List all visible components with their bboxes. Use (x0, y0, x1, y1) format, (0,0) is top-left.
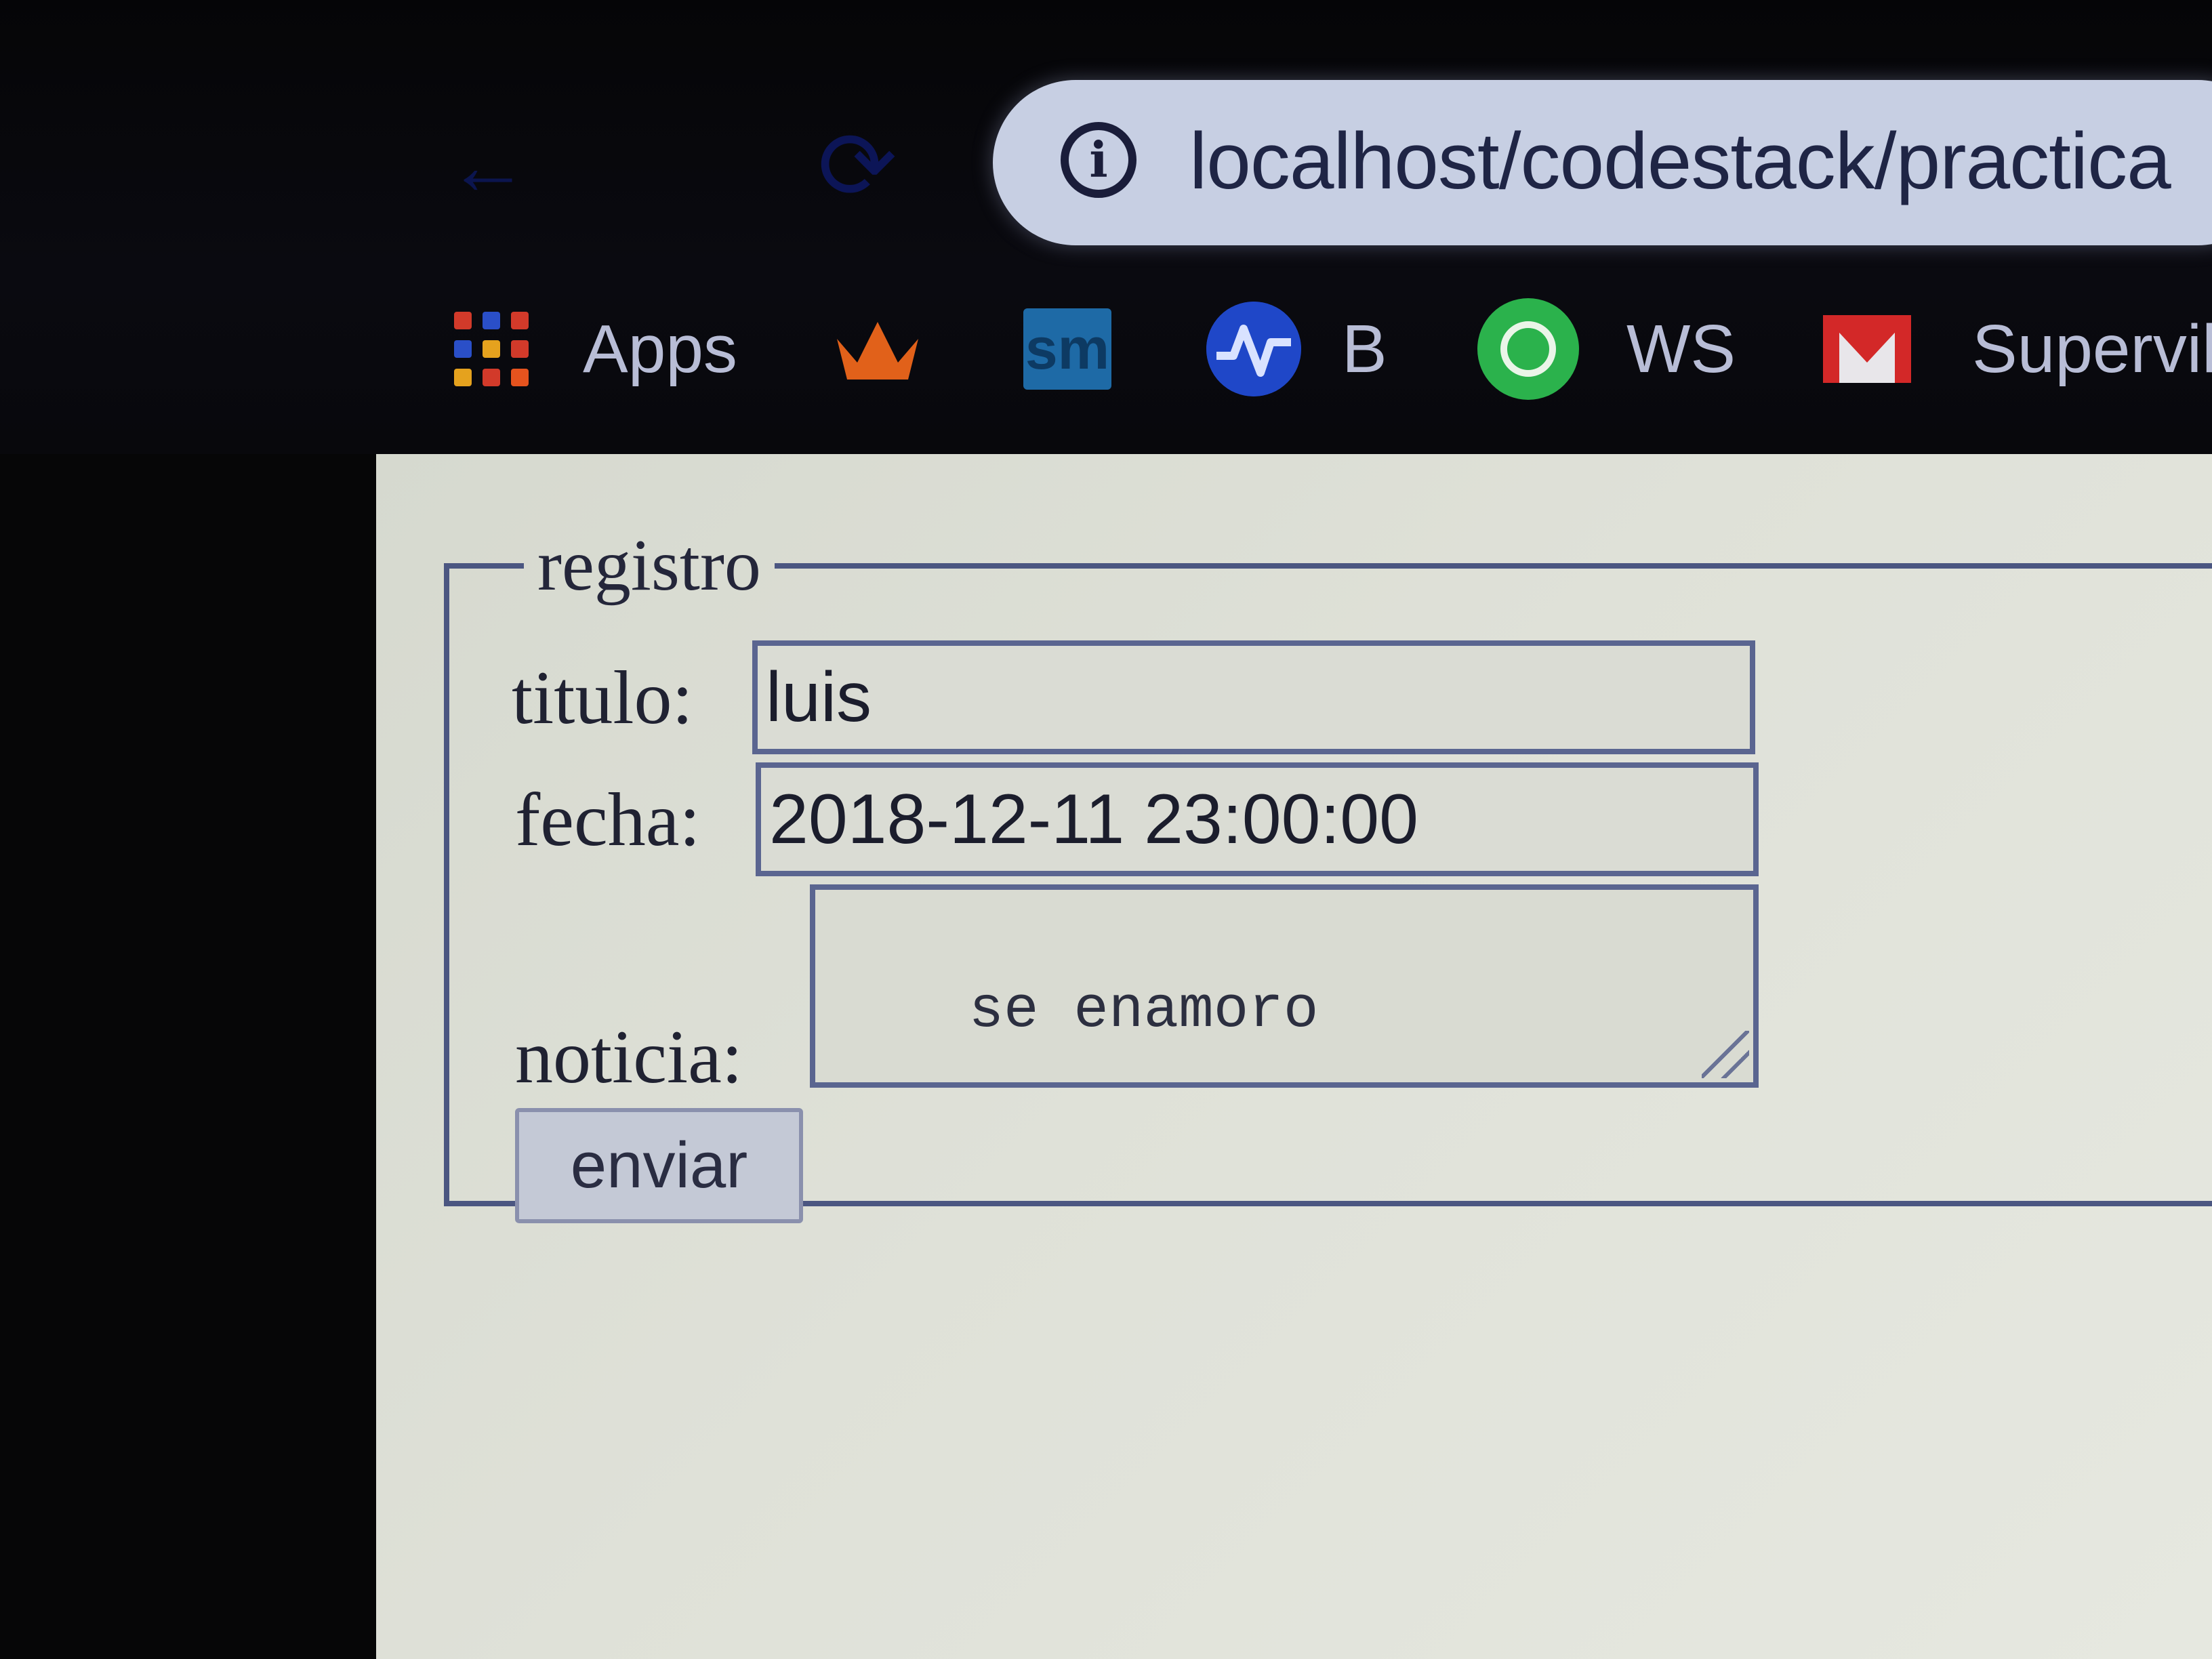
titulo-label: titulo: (512, 656, 693, 740)
page-content: registro titulo: luis fecha: 2018-12-11 … (376, 454, 2212, 1659)
sm-icon: sm (1023, 308, 1111, 390)
info-icon[interactable]: i (1061, 122, 1136, 198)
noticia-text: se enamoro (968, 977, 1319, 1044)
waveform-icon (1206, 302, 1301, 396)
back-arrow-icon[interactable]: ← (447, 125, 529, 207)
bookmark-label: WS (1626, 310, 1736, 387)
gmail-icon (1823, 315, 1911, 383)
bookmark-b[interactable]: B (1206, 291, 1387, 407)
bookmark-label: Apps (583, 310, 737, 387)
resize-grip-icon[interactable] (1702, 1031, 1749, 1078)
titulo-input[interactable]: luis (752, 640, 1755, 754)
address-bar[interactable]: i localhost/codestack/practica (993, 80, 2212, 245)
bookmark-crown[interactable] (834, 291, 922, 407)
bookmark-apps[interactable]: Apps (454, 291, 737, 407)
bookmark-supervilc[interactable]: Supervilc (1823, 291, 2212, 407)
browser-chrome: ← ⟳ i localhost/codestack/practica Apps … (0, 0, 2212, 454)
bookmark-ws[interactable]: WS (1477, 291, 1736, 407)
noticia-textarea[interactable]: se enamoro (810, 884, 1759, 1088)
address-bar-url[interactable]: localhost/codestack/practica (1189, 107, 2171, 216)
bookmarks-bar: Apps sm B WS Supervilc (0, 291, 2212, 407)
bookmark-label: B (1342, 310, 1387, 387)
crown-icon (837, 322, 918, 380)
reload-icon[interactable]: ⟳ (813, 119, 901, 213)
fecha-input[interactable]: 2018-12-11 23:00:00 (756, 762, 1759, 876)
apps-grid-icon (454, 312, 529, 386)
whatsapp-icon (1477, 298, 1579, 400)
enviar-button[interactable]: enviar (515, 1108, 803, 1223)
bookmark-sm[interactable]: sm (1023, 291, 1111, 407)
noticia-label: noticia: (515, 1015, 743, 1099)
bookmark-label: Supervilc (1972, 310, 2212, 387)
fieldset-legend: registro (537, 525, 761, 606)
fecha-label: fecha: (515, 778, 701, 862)
